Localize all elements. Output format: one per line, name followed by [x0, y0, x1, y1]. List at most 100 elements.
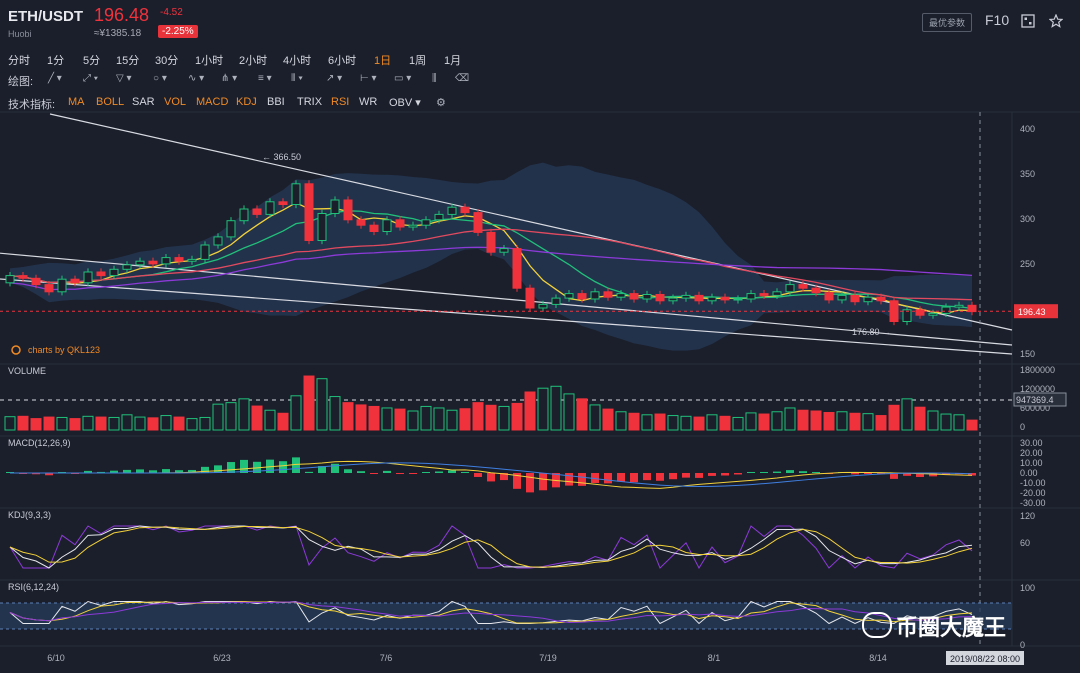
kdj-axis-tick: 60: [1020, 538, 1030, 548]
volume-bar: [472, 402, 484, 431]
macd-histogram-bar: [539, 473, 547, 491]
volume-bar: [563, 393, 575, 431]
volume-label: VOLUME: [8, 366, 46, 376]
volume-bar: [706, 414, 718, 431]
candle-body: [967, 304, 977, 313]
candle-body: [408, 224, 418, 228]
candle-body: [499, 248, 509, 253]
macd-axis-tick: 10.00: [1020, 458, 1043, 468]
macd-histogram-bar: [526, 473, 534, 493]
volume-bar: [82, 415, 94, 431]
candle-body: [551, 297, 561, 305]
candlestick-chart[interactable]: 400350300250200150← 366.50176.80 →196.43…: [0, 0, 1080, 673]
candle-body: [915, 309, 925, 316]
macd-axis-tick: -20.00: [1020, 488, 1046, 498]
macd-histogram-bar: [864, 473, 872, 474]
volume-bar: [173, 416, 185, 431]
rsi-label: RSI(6,12,24): [8, 582, 59, 592]
candle-body: [96, 271, 106, 277]
candle-body: [525, 287, 535, 309]
candle-body: [447, 206, 457, 215]
macd-histogram-bar: [357, 471, 365, 473]
macd-histogram-bar: [448, 470, 456, 473]
candle-body: [941, 306, 951, 314]
volume-bar: [901, 398, 913, 431]
macd-histogram-bar: [565, 473, 573, 486]
candle-body: [629, 293, 639, 300]
candle-body: [681, 294, 691, 299]
volume-bar: [784, 407, 796, 431]
candle-body: [226, 220, 236, 238]
high-label: ← 366.50: [262, 152, 301, 162]
price-axis-tick: 400: [1020, 124, 1035, 134]
candle-body: [642, 294, 652, 300]
volume-bar: [160, 415, 172, 431]
rsi-band: [0, 603, 1012, 629]
volume-bar: [576, 398, 588, 431]
candle-body: [213, 236, 223, 246]
volume-bar: [121, 414, 133, 431]
kdj-label: KDJ(9,3,3): [8, 510, 51, 520]
candle-body: [616, 293, 626, 298]
macd-histogram-bar: [435, 471, 443, 473]
volume-bar: [186, 418, 198, 431]
candle-body: [954, 304, 964, 308]
macd-histogram-bar: [695, 473, 703, 478]
candle-body: [57, 278, 67, 293]
volume-bar: [342, 402, 354, 431]
macd-histogram-bar: [669, 473, 677, 480]
volume-bar: [212, 403, 224, 431]
volume-bar: [251, 405, 263, 431]
price-axis-tick: 300: [1020, 214, 1035, 224]
candle-body: [174, 257, 184, 262]
volume-axis-tick: 1800000: [1020, 365, 1055, 375]
candle-body: [759, 293, 769, 296]
brand-label: charts by QKL123: [28, 345, 100, 355]
candle-body: [135, 260, 145, 266]
volume-bar: [524, 391, 536, 431]
x-axis-tick: 8/14: [869, 653, 887, 663]
macd-histogram-bar: [604, 473, 612, 484]
macd-histogram-bar: [461, 472, 469, 473]
candle-body: [148, 260, 158, 265]
candle-body: [200, 244, 210, 260]
candle-body: [434, 213, 444, 221]
bollinger-band: [10, 162, 972, 351]
macd-histogram-bar: [721, 473, 729, 476]
last-price-label: 196.43: [1018, 307, 1046, 317]
macd-histogram-bar: [370, 473, 378, 474]
volume-bar: [615, 411, 627, 431]
candle-body: [83, 271, 93, 284]
volume-bar: [719, 415, 731, 431]
macd-histogram-bar: [344, 469, 352, 473]
macd-histogram-bar: [396, 473, 404, 474]
x-axis-tick: 6/10: [47, 653, 65, 663]
volume-bar: [17, 415, 29, 431]
candle-body: [863, 296, 873, 303]
volume-bar: [667, 415, 679, 431]
macd-histogram-bar: [812, 472, 820, 473]
volume-bar: [693, 416, 705, 431]
volume-bar: [875, 415, 887, 431]
candle-body: [330, 199, 340, 214]
candle-body: [512, 248, 522, 289]
candle-body: [304, 183, 314, 242]
candle-body: [837, 294, 847, 301]
candle-body: [265, 201, 275, 215]
volume-bar: [238, 398, 250, 431]
macd-histogram-bar: [201, 466, 209, 473]
candle-body: [356, 219, 366, 226]
candle-body: [369, 224, 379, 232]
macd-histogram-bar: [422, 472, 430, 473]
candle-body: [577, 293, 587, 300]
candle-body: [239, 208, 249, 222]
macd-histogram-bar: [227, 462, 235, 473]
volume-bar: [134, 416, 146, 431]
volume-bar: [264, 409, 276, 431]
volume-bar: [355, 404, 367, 431]
price-axis-tick: 250: [1020, 259, 1035, 269]
volume-bar: [550, 385, 562, 431]
volume-bar: [329, 396, 341, 431]
candle-body: [668, 297, 678, 302]
candle-body: [655, 294, 665, 302]
